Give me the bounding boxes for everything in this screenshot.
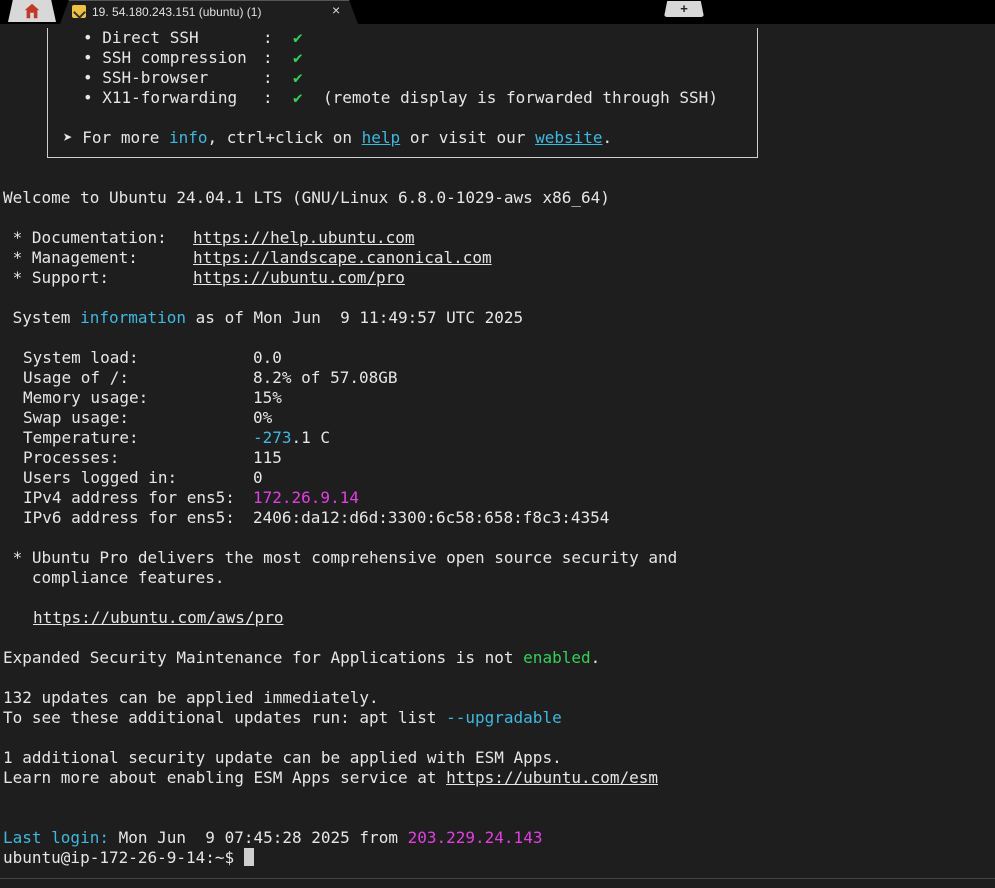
help-link[interactable]: help [362, 128, 401, 147]
bullet: • [83, 48, 103, 67]
documentation-link[interactable]: https://help.ubuntu.com [193, 228, 415, 248]
bullet: • [83, 88, 103, 107]
more-text: For more [82, 128, 160, 147]
check-icon: ✔ [293, 28, 303, 47]
esm-line: Expanded Security Maintenance for Applic… [3, 648, 600, 668]
status-divider [0, 878, 995, 879]
updates-line-1: 132 updates can be applied immediately. [3, 688, 379, 707]
sysinfo-value: 15% [253, 388, 282, 407]
arrow-icon: ➤ [63, 128, 73, 147]
last-login-line: Last login: Mon Jun 9 07:45:28 2025 from… [3, 828, 542, 848]
management-link[interactable]: https://landscape.canonical.com [193, 248, 492, 268]
updates-line-2: To see these additional updates run: apt… [3, 708, 562, 728]
esm-post: . [590, 648, 601, 667]
esm-link[interactable]: https://ubuntu.com/esm [446, 768, 658, 787]
terminal-session-icon [72, 5, 86, 18]
bullet: • [83, 68, 103, 87]
esm-status: enabled [523, 648, 591, 667]
session-tab[interactable]: 19. 54.180.243.151 (ubuntu) (1) × [60, 0, 358, 24]
last-login-time: Mon Jun 9 07:45:28 2025 from [108, 828, 408, 847]
ipv4-value: 172.26.9.14 [253, 488, 359, 507]
upgradable-flag: --upgradable [446, 708, 562, 727]
sysinfo-key: Temperature: [23, 428, 139, 447]
doc-label: * Documentation: [3, 228, 167, 247]
feature-row: • X11-forwarding [83, 88, 237, 108]
sysinfo-key: Usage of /: [23, 368, 129, 387]
ipv6-value: 2406:da12:d6d:3300:6c58:658:f8c3:4354 [253, 508, 610, 527]
feature-row: • SSH compression [83, 48, 247, 68]
feature-label: SSH-browser [102, 68, 209, 87]
home-icon [24, 3, 40, 19]
temperature-neg: -273 [253, 428, 292, 447]
security-line-2: Learn more about enabling ESM Apps servi… [3, 768, 658, 788]
check-icon: ✔ [293, 88, 303, 107]
sysinfo-value: 0 [253, 468, 263, 487]
sysinfo-header: System information as of Mon Jun 9 11:49… [3, 308, 524, 328]
terminal-cursor [243, 848, 254, 866]
sysinfo-value: 8.2% of 57.08GB [253, 368, 398, 387]
support-link[interactable]: https://ubuntu.com/pro [193, 268, 405, 288]
sysinfo-key: Users logged in: [23, 468, 178, 487]
session-tab-label: 19. 54.180.243.151 (ubuntu) (1) [92, 5, 262, 19]
temperature-rest: .1 C [291, 428, 331, 447]
pro-link[interactable]: https://ubuntu.com/aws/pro [33, 608, 283, 628]
management-label: * Management: [3, 248, 138, 267]
pro-line-1: * Ubuntu Pro delivers the most comprehen… [3, 548, 678, 567]
sysinfo-value: 0.0 [253, 348, 282, 367]
feature-row: • SSH-browser [83, 68, 208, 88]
bullet: • [83, 28, 103, 47]
feature-sep: : [263, 48, 273, 67]
sysinfo-key: IPv6 address for ens5: [23, 508, 235, 527]
last-login-label: Last login: [3, 828, 109, 847]
support-label: * Support: [3, 268, 109, 287]
feature-sep: : [263, 88, 273, 107]
website-link[interactable]: website [535, 128, 602, 147]
feature-label: X11-forwarding [102, 88, 238, 107]
sysinfo-word: information [80, 308, 187, 327]
prompt-text: ubuntu@ip-172-26-9-14:~$ [3, 848, 244, 867]
terminal-output[interactable]: • Direct SSH : ✔ • SSH compression : ✔ •… [0, 28, 995, 880]
home-tab[interactable] [8, 0, 56, 22]
feature-label: Direct SSH [102, 28, 199, 47]
security-pre: Learn more about enabling ESM Apps servi… [3, 768, 447, 787]
tab-bar: 19. 54.180.243.151 (ubuntu) (1) × + [0, 0, 995, 24]
sysinfo-key: Swap usage: [23, 408, 129, 427]
security-line-1: 1 additional security update can be appl… [3, 748, 562, 767]
check-icon: ✔ [293, 68, 303, 87]
sysinfo-post: as of Mon Jun 9 11:49:57 UTC 2025 [186, 308, 524, 327]
sysinfo-key: System load: [23, 348, 139, 367]
last-login-ip: 203.229.24.143 [407, 828, 543, 847]
sysinfo-pre: System [3, 308, 81, 327]
sysinfo-value: 115 [253, 448, 282, 467]
sysinfo-key: Processes: [23, 448, 120, 467]
feature-sep: : [263, 68, 273, 87]
welcome-line: Welcome to Ubuntu 24.04.1 LTS (GNU/Linux… [3, 188, 610, 207]
more-text: . [602, 128, 613, 147]
check-icon: ✔ [293, 48, 303, 67]
feature-note: (remote display is forwarded through SSH… [323, 88, 718, 107]
new-tab-button[interactable]: + [664, 1, 704, 17]
updates-pre: To see these additional updates run: apt… [3, 708, 447, 727]
sysinfo-value: 0% [253, 408, 273, 427]
sysinfo-key: Memory usage: [23, 388, 149, 407]
esm-pre: Expanded Security Maintenance for Applic… [3, 648, 524, 667]
more-text: or visit our [409, 128, 526, 147]
sysinfo-key: IPv4 address for ens5: [23, 488, 235, 507]
feature-sep: : [263, 28, 273, 47]
shell-prompt[interactable]: ubuntu@ip-172-26-9-14:~$ [3, 848, 254, 868]
more-text: , ctrl+click on [207, 128, 353, 147]
feature-label: SSH compression [102, 48, 247, 67]
feature-row: • Direct SSH [83, 28, 199, 48]
pro-line-2: compliance features. [3, 568, 225, 587]
info-keyword: info [168, 128, 208, 147]
close-tab-icon[interactable]: × [332, 2, 340, 18]
more-info-line: ➤ For more info, ctrl+click on help or v… [63, 128, 612, 148]
sysinfo-value: -273.1 C [253, 428, 330, 448]
